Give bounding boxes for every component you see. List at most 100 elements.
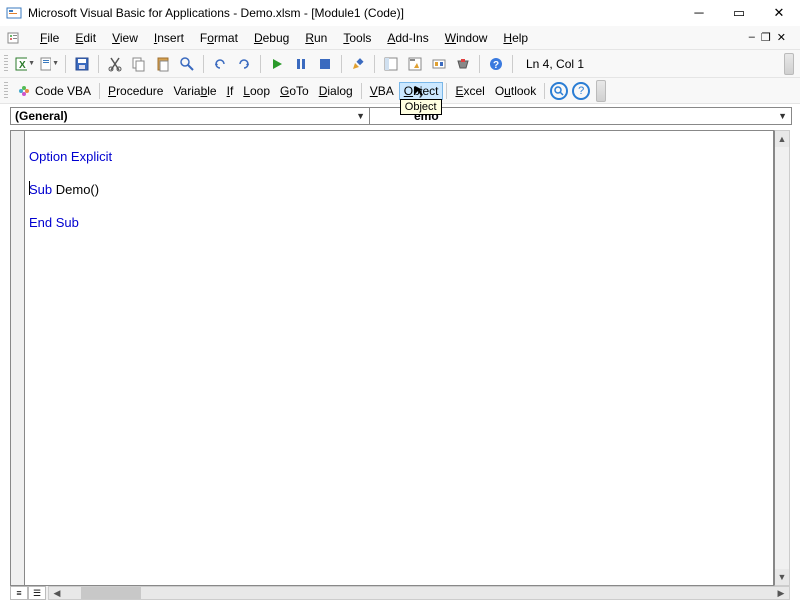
menu-tools[interactable]: Tools [335, 29, 379, 47]
separator [98, 55, 99, 73]
minimize-button[interactable]: ─ [688, 5, 710, 21]
toolbox-icon[interactable] [452, 53, 474, 75]
menu-insert[interactable]: Insert [146, 29, 192, 47]
separator [479, 55, 480, 73]
title-bar: Microsoft Visual Basic for Applications … [0, 0, 800, 26]
separator [374, 55, 375, 73]
redo-icon[interactable] [233, 53, 255, 75]
mdi-controls: – ❐ ✕ [749, 31, 794, 44]
code-text: Demo() [52, 182, 99, 197]
menu-addins[interactable]: Add-Ins [379, 29, 436, 47]
svg-text:X: X [19, 60, 26, 71]
menu-bar: File Edit View Insert Format Debug Run T… [0, 26, 800, 50]
scroll-left-arrow[interactable]: ◀ [49, 587, 65, 599]
procedure-button[interactable]: Procedure [103, 82, 168, 100]
if-button[interactable]: If [222, 82, 239, 100]
outlook-button[interactable]: Outlook [490, 82, 541, 100]
reset-icon[interactable] [314, 53, 336, 75]
save-icon[interactable] [71, 53, 93, 75]
toolbar-grip[interactable] [4, 55, 8, 73]
maximize-button[interactable]: ▭ [728, 5, 750, 21]
menu-window[interactable]: Window [437, 29, 496, 47]
tooltip: Object [400, 99, 442, 115]
properties-icon[interactable] [404, 53, 426, 75]
break-icon[interactable] [290, 53, 312, 75]
mdi-restore-button[interactable]: ❐ [761, 31, 771, 44]
scroll-up-arrow[interactable]: ▲ [775, 131, 789, 147]
menu-help[interactable]: Help [495, 29, 536, 47]
view-excel-icon[interactable]: X▼ [14, 53, 36, 75]
module-icon[interactable] [6, 30, 22, 46]
menu-run[interactable]: Run [297, 29, 335, 47]
help-icon[interactable]: ? [485, 53, 507, 75]
code-line: Option Explicit [29, 149, 112, 164]
loop-button[interactable]: Loop [238, 82, 275, 100]
chevron-down-icon: ▼ [356, 111, 365, 121]
scroll-track[interactable] [775, 147, 789, 569]
close-button[interactable]: ✕ [768, 5, 790, 21]
procedure-view-button[interactable]: ≡ [10, 586, 28, 600]
separator [512, 55, 513, 73]
codevba-label: Code VBA [35, 84, 91, 98]
find-icon[interactable] [176, 53, 198, 75]
separator [260, 55, 261, 73]
toolbar-grip[interactable] [4, 82, 8, 100]
copy-icon[interactable] [128, 53, 150, 75]
menu-format[interactable]: Format [192, 29, 246, 47]
window-title: Microsoft Visual Basic for Applications … [28, 6, 688, 20]
separator [446, 83, 447, 99]
menu-view[interactable]: View [104, 29, 146, 47]
chevron-down-icon: ▼ [778, 111, 787, 121]
menu-file[interactable]: File [32, 29, 67, 47]
separator [65, 55, 66, 73]
horizontal-scrollbar[interactable]: ◀ ▶ [48, 586, 790, 600]
variable-button[interactable]: Variable [168, 82, 221, 100]
codevba-toolbar: Code VBA Procedure Variable If Loop GoTo… [0, 78, 800, 104]
separator [99, 83, 100, 99]
code-pane: Option Explicit Sub Demo() End Sub ▲ ▼ [10, 130, 790, 586]
text-caret [29, 181, 30, 195]
separator [361, 83, 362, 99]
scroll-down-arrow[interactable]: ▼ [775, 569, 789, 585]
code-editor[interactable]: Option Explicit Sub Demo() End Sub [24, 130, 774, 586]
code-line: End Sub [29, 215, 79, 230]
cut-icon[interactable] [104, 53, 126, 75]
svg-text:?: ? [493, 60, 499, 71]
toolbar-overflow[interactable] [596, 80, 606, 102]
paste-icon[interactable] [152, 53, 174, 75]
full-module-view-button[interactable]: ☰ [28, 586, 46, 600]
project-explorer-icon[interactable] [380, 53, 402, 75]
margin-indicator-bar[interactable] [10, 130, 24, 586]
app-icon [6, 5, 22, 21]
dialog-button[interactable]: Dialog [314, 82, 358, 100]
codevba-brand-icon[interactable]: Code VBA [12, 80, 96, 102]
window-controls: ─ ▭ ✕ [688, 5, 794, 21]
separator [341, 55, 342, 73]
mdi-close-button[interactable]: ✕ [777, 31, 786, 44]
excel-button[interactable]: Excel [450, 82, 489, 100]
bottom-bar: ≡ ☰ ◀ ▶ [10, 586, 790, 600]
goto-button[interactable]: GoTo [275, 82, 314, 100]
undo-icon[interactable] [209, 53, 231, 75]
menu-debug[interactable]: Debug [246, 29, 297, 47]
vertical-scrollbar[interactable]: ▲ ▼ [774, 130, 790, 586]
object-dropdown[interactable]: (General) ▼ [10, 107, 370, 125]
run-icon[interactable] [266, 53, 288, 75]
scroll-right-arrow[interactable]: ▶ [773, 587, 789, 599]
object-button[interactable]: Object Object [399, 82, 444, 100]
object-browser-icon[interactable] [428, 53, 450, 75]
search-icon[interactable] [550, 82, 568, 100]
separator [203, 55, 204, 73]
object-dropdown-value: (General) [15, 109, 68, 123]
design-mode-icon[interactable] [347, 53, 369, 75]
scroll-thumb[interactable] [81, 587, 141, 599]
scroll-track[interactable] [141, 587, 773, 599]
code-keyword: Sub [29, 182, 52, 197]
insert-module-icon[interactable]: ▼ [38, 53, 60, 75]
toolbar-overflow[interactable] [784, 53, 794, 75]
separator [544, 83, 545, 99]
vba-button[interactable]: VBA [365, 82, 399, 100]
help-circle-icon[interactable]: ? [572, 82, 590, 100]
mdi-minimize-button[interactable]: – [749, 31, 755, 44]
menu-edit[interactable]: Edit [67, 29, 104, 47]
